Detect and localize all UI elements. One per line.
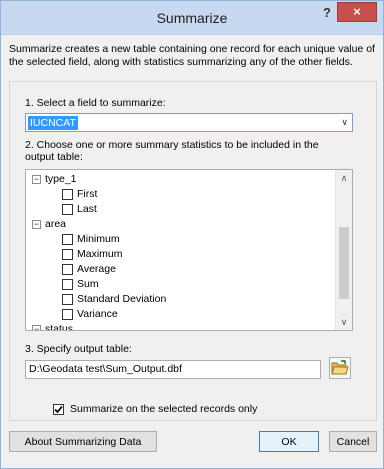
collapse-icon[interactable]: −	[32, 174, 41, 184]
checkbox[interactable]	[62, 203, 73, 215]
statistics-list[interactable]: − type_1 First Last − area Minimum Maximum…	[25, 169, 353, 331]
list-item-label: First	[77, 188, 98, 200]
dialog-description: Summarize creates a new table containing…	[9, 43, 375, 68]
about-summarizing-button[interactable]: About Summarizing Data	[9, 431, 157, 452]
checkmark-icon	[54, 405, 63, 414]
browse-button[interactable]	[329, 357, 351, 379]
close-button[interactable]: ×	[337, 2, 377, 22]
collapse-icon[interactable]: −	[32, 219, 41, 229]
field-select[interactable]: IUCNCAT ∨	[25, 113, 353, 132]
list-item[interactable]: Last	[62, 202, 97, 217]
output-table-field[interactable]: D:\Geodata test\Sum_Output.dbf	[25, 360, 321, 379]
list-item-label: Maximum	[77, 248, 123, 260]
list-item[interactable]: Minimum	[62, 232, 120, 247]
checkbox[interactable]	[62, 293, 73, 305]
checkbox[interactable]	[62, 188, 73, 200]
list-item-label: Average	[77, 263, 116, 275]
list-item[interactable]: Maximum	[62, 247, 123, 262]
tree-group-label: area	[45, 218, 67, 230]
list-item-label: Sum	[77, 278, 99, 290]
chevron-down-icon[interactable]: ∨	[341, 117, 348, 128]
list-item[interactable]: First	[62, 187, 97, 202]
title-bar: Summarize ? ×	[1, 1, 383, 35]
checkbox[interactable]	[62, 233, 73, 245]
tree-group-area[interactable]: − area	[32, 217, 66, 232]
help-button[interactable]: ?	[317, 4, 337, 22]
step1-label: 1. Select a field to summarize:	[25, 97, 166, 109]
tree-group-label: type_1	[45, 173, 77, 185]
checkbox[interactable]	[62, 263, 73, 275]
list-item[interactable]: Average	[62, 262, 116, 277]
vertical-scrollbar[interactable]: ∧ ∨	[335, 170, 352, 330]
list-item-label: Last	[77, 203, 97, 215]
tree-group-status[interactable]: − status	[32, 322, 74, 331]
selected-only-option[interactable]: Summarize on the selected records only	[53, 403, 257, 416]
summarize-dialog: Summarize ? × Summarize creates a new ta…	[0, 0, 384, 469]
tree-group-type-1[interactable]: − type_1	[32, 172, 77, 187]
field-select-value: IUCNCAT	[28, 116, 78, 130]
selected-only-label: Summarize on the selected records only	[70, 403, 258, 415]
checkbox[interactable]	[62, 248, 73, 260]
step3-label: 3. Specify output table:	[25, 343, 132, 355]
scroll-thumb[interactable]	[339, 227, 349, 299]
list-item[interactable]: Standard Deviation	[62, 292, 166, 307]
ok-button[interactable]: OK	[259, 431, 319, 452]
scroll-down-icon[interactable]: ∨	[336, 314, 352, 330]
step2-label: 2. Choose one or more summary statistics…	[25, 139, 319, 163]
list-item[interactable]: Variance	[62, 307, 118, 322]
scroll-up-icon[interactable]: ∧	[336, 170, 352, 186]
collapse-icon[interactable]: −	[32, 324, 41, 330]
open-folder-icon	[331, 360, 349, 375]
list-item-label: Minimum	[77, 233, 120, 245]
cancel-button[interactable]: Cancel	[329, 431, 377, 452]
tree-group-label: status	[45, 323, 74, 331]
list-item-label: Variance	[77, 308, 118, 320]
list-item[interactable]: Sum	[62, 277, 99, 292]
selected-only-checkbox[interactable]	[53, 403, 64, 415]
checkbox[interactable]	[62, 308, 73, 320]
checkbox[interactable]	[62, 278, 73, 290]
list-item-label: Standard Deviation	[77, 293, 167, 305]
